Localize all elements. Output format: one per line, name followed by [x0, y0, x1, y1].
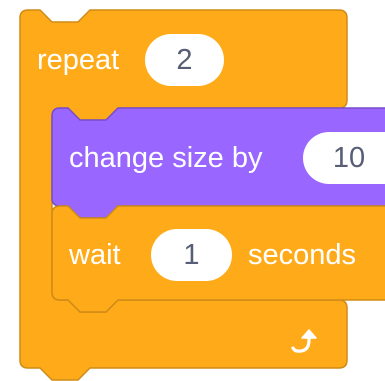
- change-size-label: change size by: [69, 142, 263, 174]
- change-size-value-input[interactable]: 10: [303, 132, 385, 184]
- wait-seconds-input[interactable]: 1: [151, 229, 232, 281]
- loop-arrow-icon: [291, 329, 317, 353]
- scratch-script-canvas: repeat 2 change size by 10 wait 1 second…: [0, 0, 385, 381]
- wait-label: wait: [69, 239, 121, 271]
- seconds-label: seconds: [248, 239, 357, 271]
- repeat-count-input[interactable]: 2: [145, 34, 224, 86]
- repeat-label: repeat: [37, 44, 120, 76]
